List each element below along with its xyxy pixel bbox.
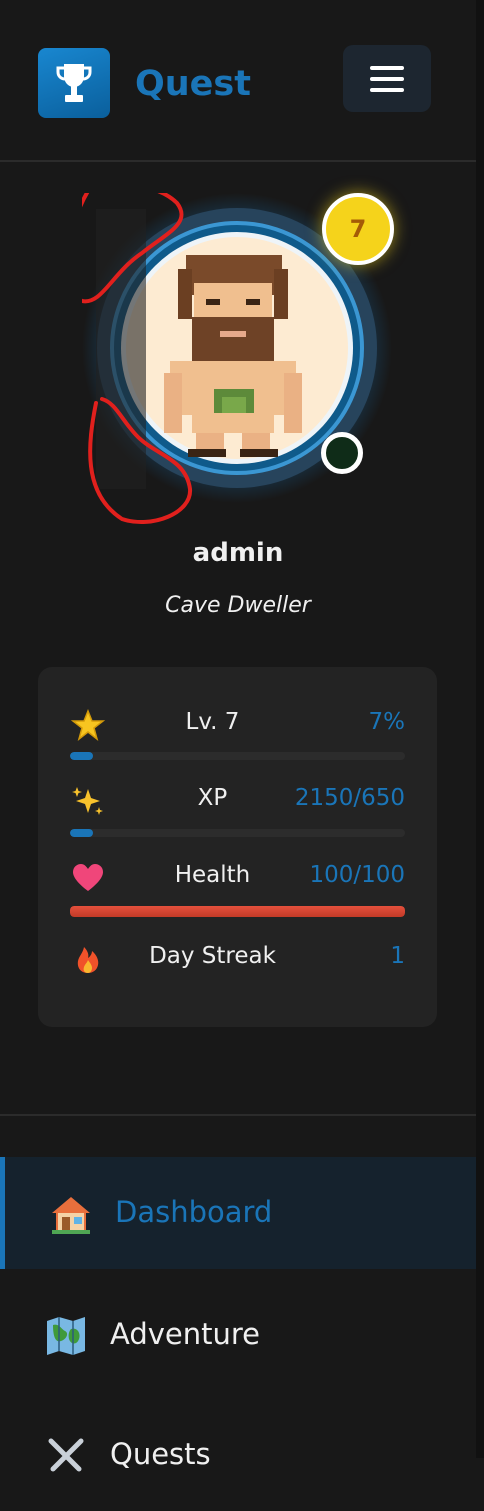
level-progress-fill [70,752,94,760]
stat-level-value: 7% [368,709,406,735]
level-badge: 7 [322,193,394,265]
health-progress-bar [70,906,405,917]
stat-streak: Day Streak 1 [70,943,405,975]
online-indicator [321,432,363,474]
nav-item-dashboard[interactable]: Dashboard [0,1157,476,1269]
level-progress-bar [70,752,405,760]
header: Quest [0,0,476,162]
stat-xp: XP 2150/650 [70,785,405,817]
sparkles-icon [72,787,103,815]
stat-health-value: 100/100 [309,862,405,888]
crossed-swords-icon [48,1438,84,1472]
stat-level-label: Lv. 7 [185,709,240,735]
map-icon [47,1317,85,1355]
stats-card: Lv. 7 7% XP 2150/650 Health 100/100 Day … [38,667,437,1027]
menu-button[interactable] [343,45,431,112]
user-title: Cave Dweller [165,593,311,618]
stat-xp-value: 2150/650 [294,785,405,811]
stat-streak-value: 1 [390,943,405,969]
fire-icon [77,947,99,973]
xp-progress-fill [70,829,94,837]
nav-divider [0,1114,476,1116]
nav-item-adventure[interactable]: Adventure [0,1279,476,1391]
nav-item-quests[interactable]: Quests [0,1399,476,1511]
house-icon [52,1197,90,1234]
sidebar-scrollbar-track [476,0,484,1458]
heart-icon [73,864,103,891]
nav-label-quests: Quests [110,1437,211,1471]
stat-health: Health 100/100 [70,862,405,894]
username: admin [192,538,284,568]
trophy-icon [56,64,92,102]
star-icon [70,709,106,741]
stat-xp-label: XP [197,785,228,811]
app-name: Quest [135,64,251,104]
xp-progress-bar [70,829,405,837]
health-progress-fill [70,906,405,917]
nav-label-adventure: Adventure [110,1317,260,1351]
stat-level: Lv. 7 7% [70,709,405,741]
stat-health-label: Health [174,862,251,888]
trophy-logo[interactable] [38,48,110,118]
nav-label-dashboard: Dashboard [115,1195,273,1229]
stat-streak-label: Day Streak [149,943,276,969]
hamburger-icon [370,65,404,92]
